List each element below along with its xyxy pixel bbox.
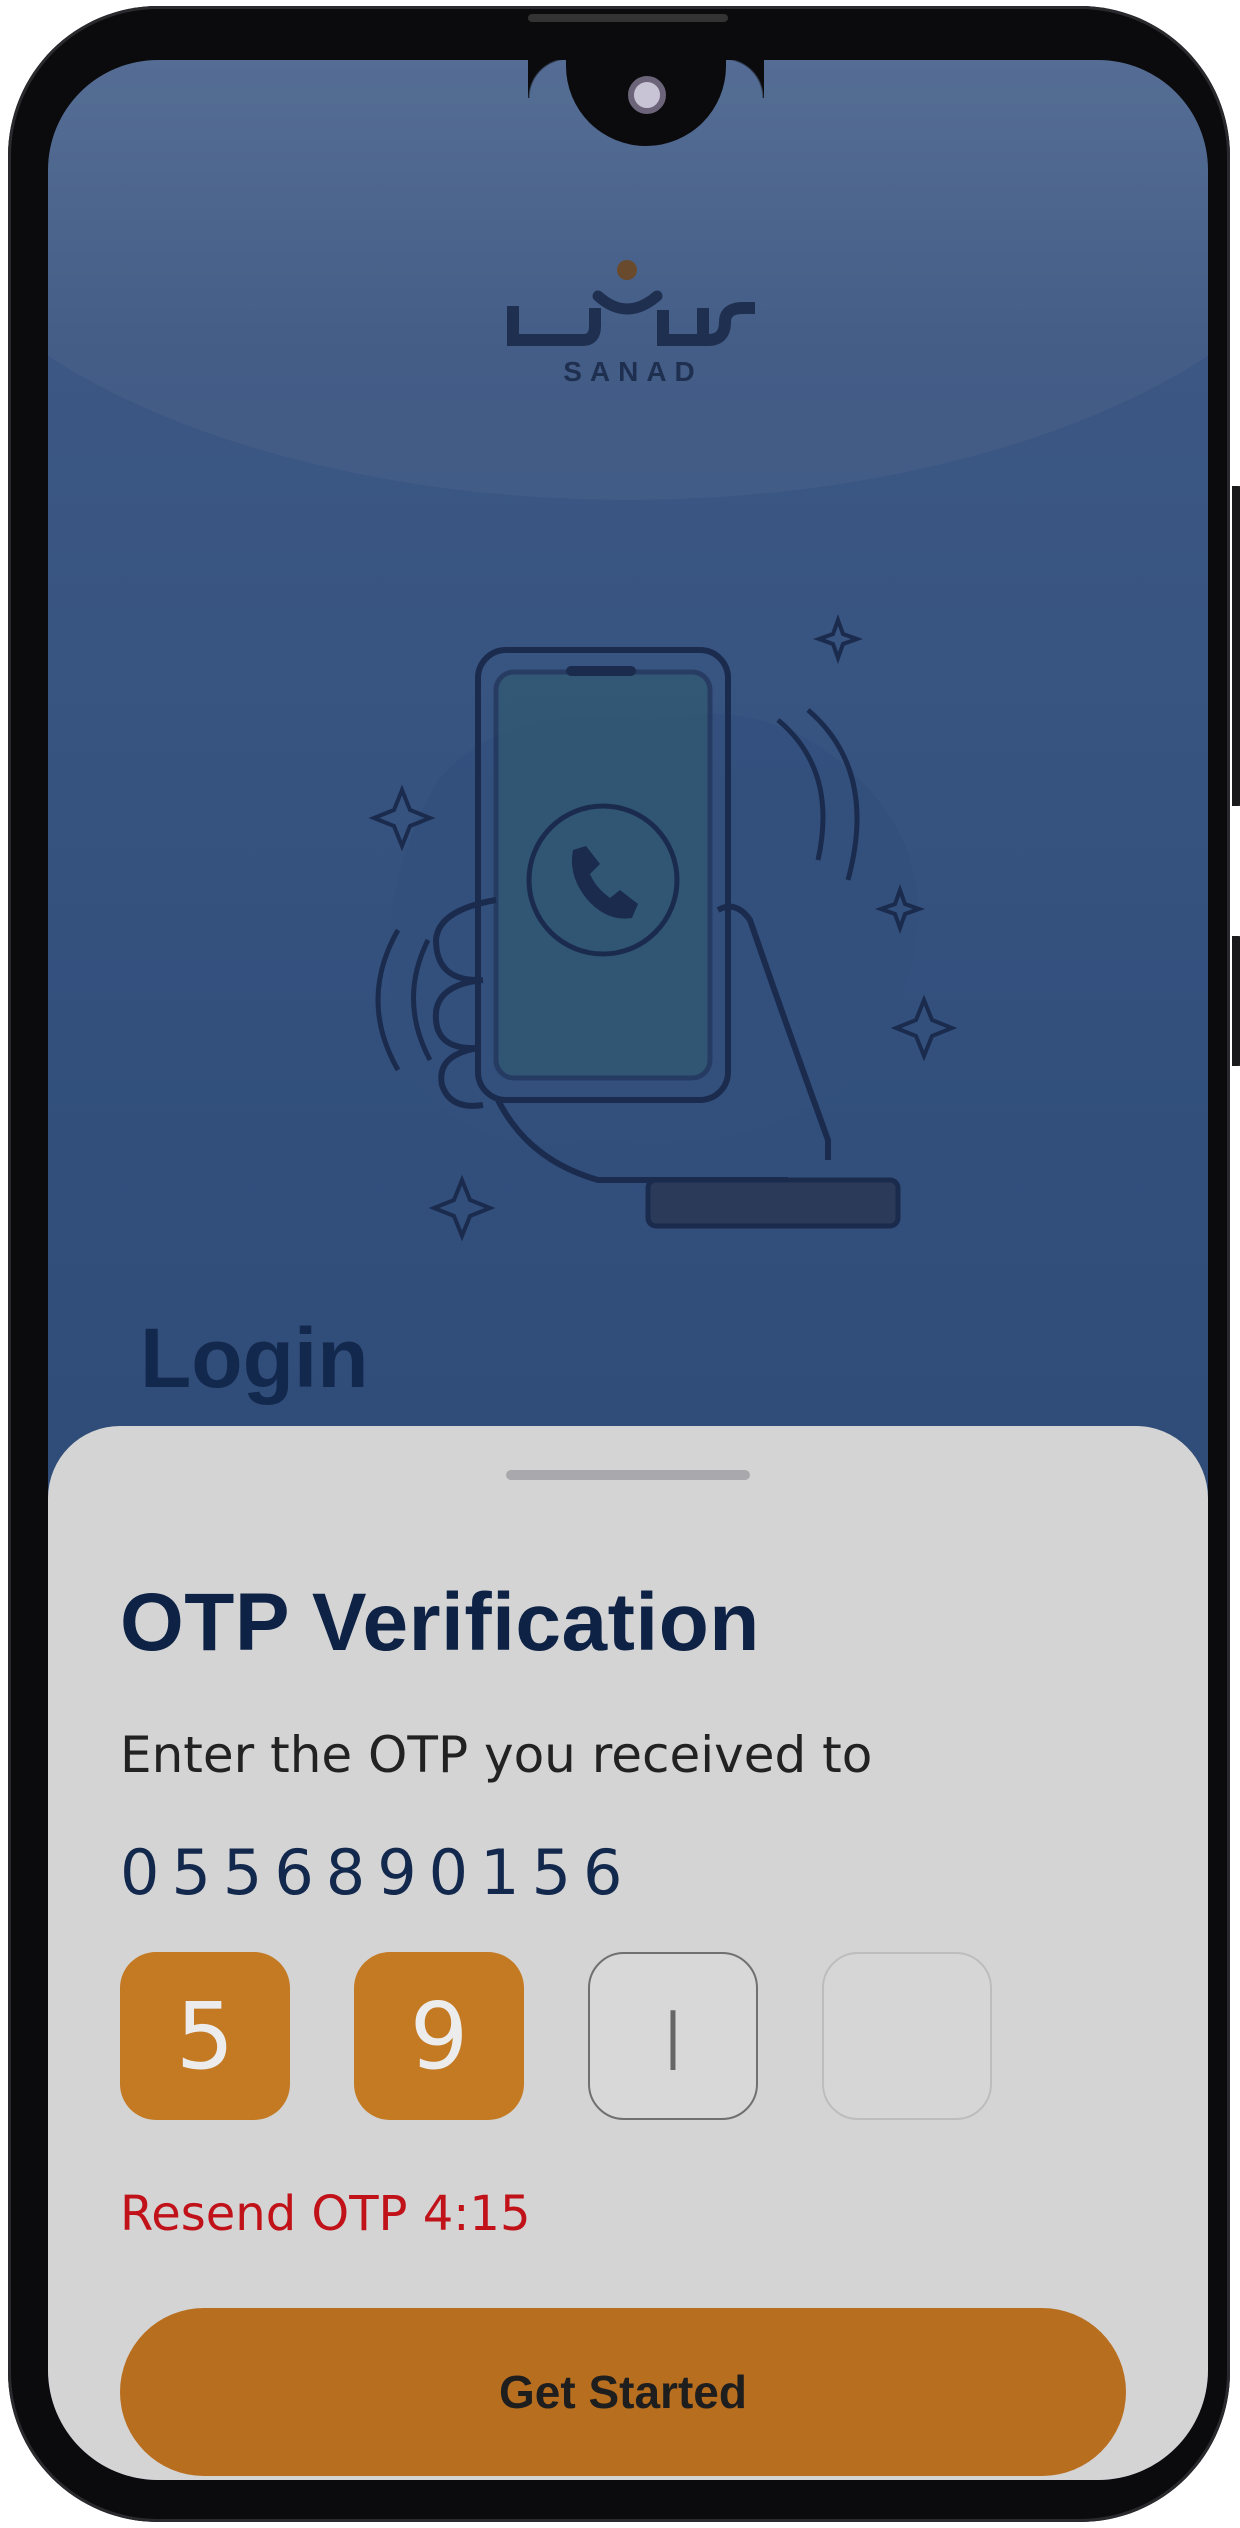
logo-mark [507,260,755,346]
phone-number: 0556890156 [120,1836,635,1909]
otp-digit-2[interactable]: 9 [354,1952,524,2120]
logo-wordmark: SANAD [563,356,703,387]
volume-button [1232,486,1240,806]
otp-digit-3[interactable]: | [588,1952,758,2120]
resend-otp-link[interactable]: Resend OTP 4:15 [120,2186,531,2242]
otp-digit-4[interactable] [822,1952,992,2120]
otp-bottom-sheet: OTP Verification Enter the OTP you recei… [48,1426,1208,2480]
phone-frame: SANAD Login OTP Verification Enter the O… [8,6,1240,2522]
app-screen: SANAD Login OTP Verification Enter the O… [48,60,1208,2480]
camera-icon [628,76,666,114]
screen-title: Login [140,1311,369,1405]
sheet-drag-handle[interactable] [506,1470,750,1480]
otp-title: OTP Verification [120,1577,760,1668]
app-logo: SANAD [503,250,763,400]
otp-instruction: Enter the OTP you received to [120,1726,873,1784]
speaker-grille [528,14,728,22]
power-button [1232,936,1240,1066]
otp-digit-1[interactable]: 5 [120,1952,290,2120]
get-started-button[interactable]: Get Started [120,2308,1126,2476]
phone-call-illustration [368,614,958,1242]
